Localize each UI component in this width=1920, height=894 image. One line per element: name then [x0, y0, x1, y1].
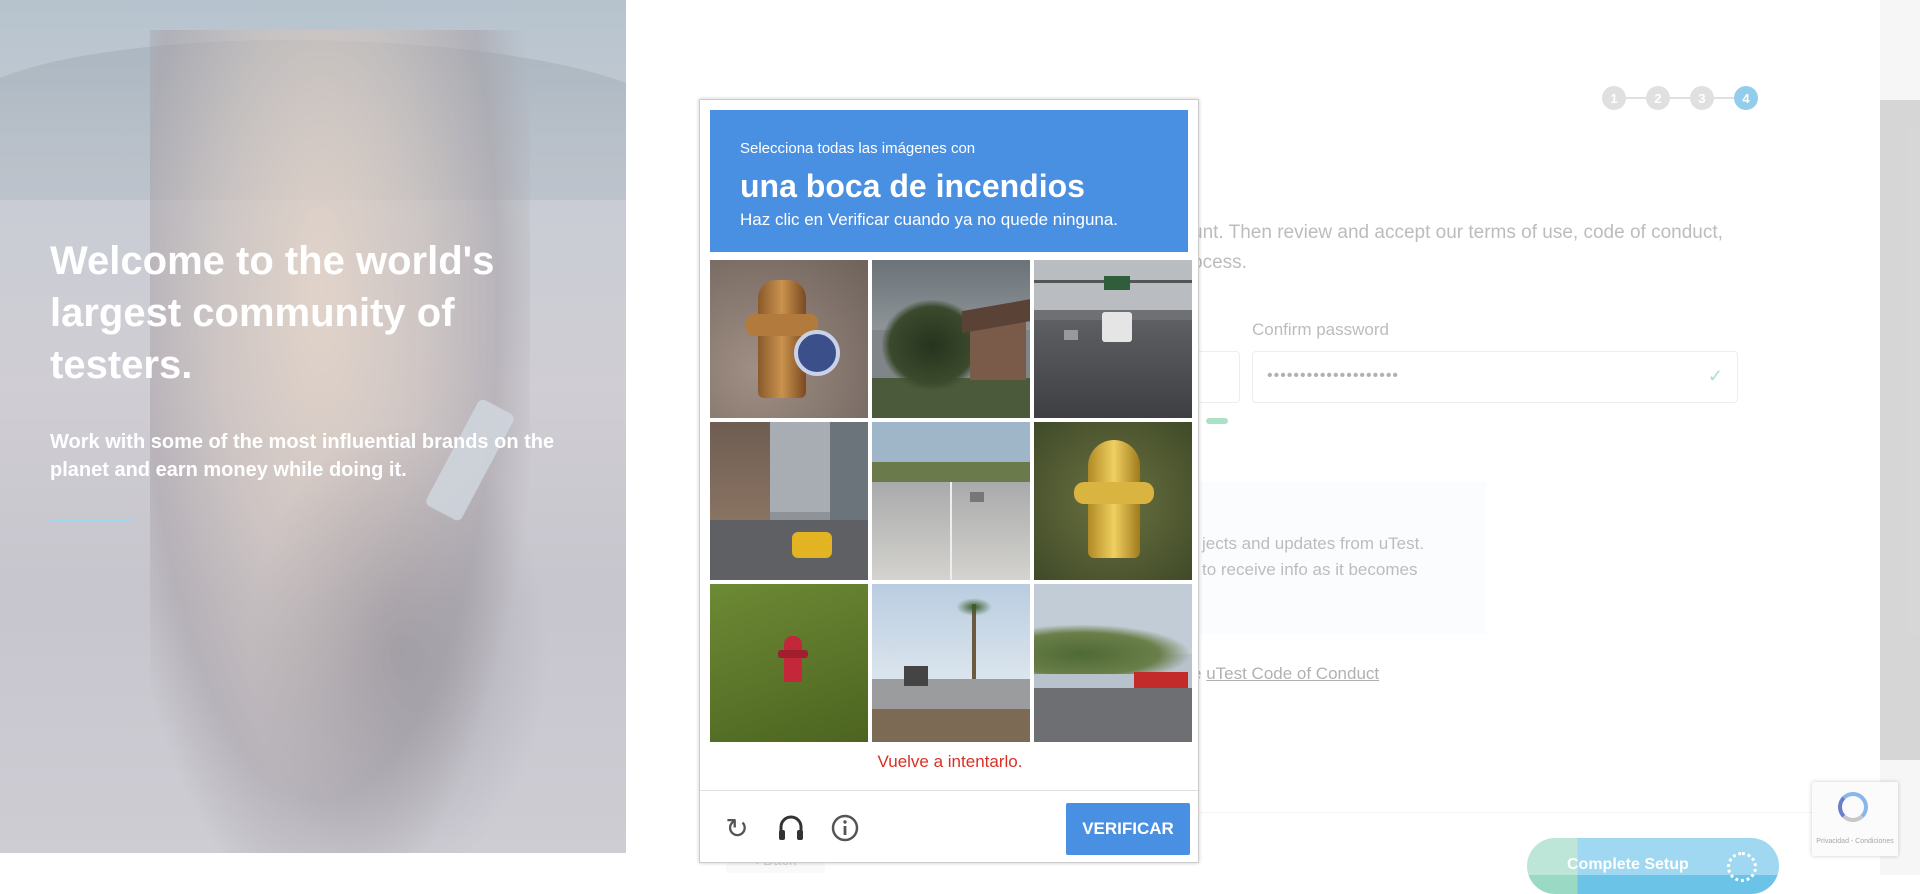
headphones-audio-icon[interactable]: [774, 811, 808, 845]
captcha-instruction: Selecciona todas las imágenes con: [740, 140, 976, 157]
captcha-tile-yellow-fire-hydrant[interactable]: [1034, 422, 1192, 580]
captcha-footer: ↻ VERIFICAR: [700, 790, 1198, 863]
captcha-tile-fire-hydrant-close-up[interactable]: [710, 260, 868, 418]
captcha-header: Selecciona todas las imágenes con una bo…: [710, 110, 1188, 252]
verify-button[interactable]: VERIFICAR: [1066, 803, 1190, 855]
captcha-error-message: Vuelve a intentarlo.: [877, 752, 1023, 771]
captcha-tile-palm-tree-house[interactable]: [872, 260, 1030, 418]
headphones-glyph: [779, 815, 803, 840]
captcha-target: una boca de incendios: [740, 168, 1085, 204]
info-icon[interactable]: [828, 811, 862, 845]
reload-icon[interactable]: ↻: [720, 811, 754, 845]
captcha-tile-red-hydrant-grass[interactable]: [710, 584, 868, 742]
captcha-dialog: Selecciona todas las imágenes con una bo…: [699, 99, 1199, 863]
info-glyph: [831, 814, 859, 842]
captcha-tile-city-street-taxi[interactable]: [710, 422, 868, 580]
captcha-grid: [710, 260, 1192, 742]
captcha-tile-highway-traffic-sign[interactable]: [1034, 260, 1192, 418]
captcha-tile-empty-highway[interactable]: [872, 422, 1030, 580]
captcha-hint: Haz clic en Verificar cuando ya no quede…: [740, 210, 1119, 229]
captcha-tile-gas-station-street[interactable]: [1034, 584, 1192, 742]
captcha-tile-palm-trees-roof[interactable]: [872, 584, 1030, 742]
